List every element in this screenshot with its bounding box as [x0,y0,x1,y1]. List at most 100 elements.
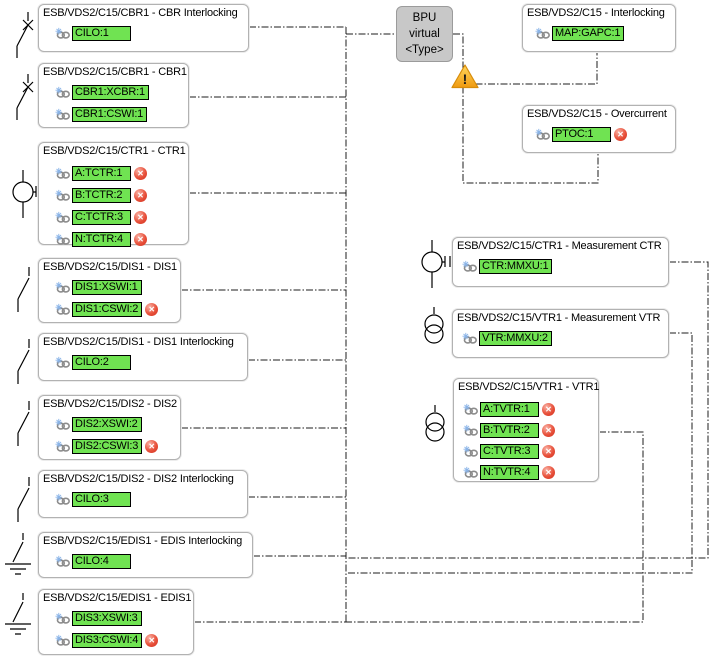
bpu-virtual-device[interactable]: BPU virtual <Type> [396,6,453,62]
logical-node-label: B:TCTR:2 [72,188,131,203]
link-icon [462,260,479,274]
disconnector-icon [9,400,39,448]
logical-node-item[interactable]: CBR1:CSWI:1 [55,107,188,122]
connection-line [463,52,597,84]
disconnector-icon [9,476,39,524]
logical-node-item[interactable]: DIS3:CSWI:4 ✕ [55,633,193,648]
earth-switch-icon [4,592,34,642]
link-icon [463,466,480,480]
node-cbr1[interactable]: ESB/VDS2/C15/CBR1 - CBR1 CBR1:XCBR:1 CBR… [38,63,189,128]
error-icon: ✕ [145,634,158,647]
logical-node-label: CBR1:XCBR:1 [72,85,149,100]
node-dis2-interlocking[interactable]: ESB/VDS2/C15/DIS2 - DIS2 Interlocking CI… [38,470,248,518]
link-icon [55,634,72,648]
logical-node-label: CILO:4 [72,554,131,569]
logical-node-item[interactable]: MAP:GAPC:1 [535,26,675,41]
error-icon: ✕ [542,445,555,458]
logical-node-item[interactable]: VTR:MMXU:2 [462,331,668,346]
logical-node-item[interactable]: B:TVTR:2 ✕ [463,423,598,438]
logical-node-item[interactable]: DIS1:CSWI:2 ✕ [55,302,180,317]
node-title: ESB/VDS2/C15/DIS2 - DIS2 Interlocking [39,471,247,486]
error-icon: ✕ [134,189,147,202]
logical-node-item[interactable]: PTOC:1 ✕ [535,127,675,142]
circuit-breaker-icon [6,11,40,59]
node-edis1[interactable]: ESB/VDS2/C15/EDIS1 - EDIS1 DIS3:XSWI:3 D… [38,589,194,655]
node-cbr-interlocking[interactable]: ESB/VDS2/C15/CBR1 - CBR Interlocking CIL… [38,4,249,52]
logical-node-label: N:TCTR:4 [72,232,131,247]
logical-node-item[interactable]: A:TCTR:1 ✕ [55,166,188,181]
link-icon [463,445,480,459]
node-title: ESB/VDS2/C15/CBR1 - CBR1 [39,64,188,79]
logical-node-item[interactable]: CILO:1 [55,26,248,41]
logical-node-label: MAP:GAPC:1 [552,26,624,41]
link-icon [463,403,480,417]
logical-node-label: C:TCTR:3 [72,210,131,225]
logical-node-item[interactable]: N:TCTR:4 ✕ [55,232,188,247]
logical-node-item[interactable]: CTR:MMXU:1 [462,259,668,274]
node-overcurrent[interactable]: ESB/VDS2/C15 - Overcurrent PTOC:1 ✕ [522,105,676,153]
voltage-transformer-icon [419,306,449,352]
logical-node-label: DIS3:XSWI:3 [72,611,142,626]
logical-node-item[interactable]: CILO:4 [55,554,252,569]
link-icon [55,418,72,432]
logical-node-label: CILO:1 [72,26,131,41]
logical-node-item[interactable]: CILO:3 [55,492,247,507]
node-measurement-ctr[interactable]: ESB/VDS2/C15/CTR1 - Measurement CTR CTR:… [452,237,669,287]
node-title: ESB/VDS2/C15/CTR1 - CTR1 [39,143,188,158]
logical-node-label: A:TVTR:1 [480,402,539,417]
link-icon [55,281,72,295]
sld-mapping-diagram: BPU virtual <Type> ! ESB/VDS2/C15/CBR1 -… [0,0,718,666]
circuit-breaker-icon [6,73,40,121]
link-icon [55,27,72,41]
node-title: ESB/VDS2/C15/VTR1 - Measurement VTR [453,310,668,325]
warning-icon[interactable]: ! [450,63,480,90]
logical-node-item[interactable]: CILO:2 [55,355,247,370]
logical-node-item[interactable]: DIS3:XSWI:3 [55,611,193,626]
node-edis-interlocking[interactable]: ESB/VDS2/C15/EDIS1 - EDIS Interlocking C… [38,532,253,578]
bpu-type: <Type> [397,43,452,57]
logical-node-label: N:TVTR:4 [480,465,539,480]
link-icon [463,424,480,438]
logical-node-label: CILO:3 [72,492,131,507]
logical-node-label: CILO:2 [72,355,131,370]
node-title: ESB/VDS2/C15/DIS1 - DIS1 [39,259,180,274]
node-dis1-interlocking[interactable]: ESB/VDS2/C15/DIS1 - DIS1 Interlocking CI… [38,333,248,381]
logical-node-label: DIS1:CSWI:2 [72,302,142,317]
node-title: ESB/VDS2/C15 - Overcurrent [523,106,675,121]
logical-node-item[interactable]: C:TCTR:3 ✕ [55,210,188,225]
node-station-interlocking[interactable]: ESB/VDS2/C15 - Interlocking MAP:GAPC:1 [522,4,676,52]
node-vtr1[interactable]: ESB/VDS2/C15/VTR1 - VTR1 A:TVTR:1 ✕ B:TV… [453,378,599,482]
link-icon [55,108,72,122]
bpu-subtitle: virtual [397,27,452,41]
node-title: ESB/VDS2/C15 - Interlocking [523,5,675,20]
logical-node-item[interactable]: C:TVTR:3 ✕ [463,444,598,459]
logical-node-item[interactable]: N:TVTR:4 ✕ [463,465,598,480]
logical-node-item[interactable]: A:TVTR:1 ✕ [463,402,598,417]
logical-node-label: DIS3:CSWI:4 [72,633,142,648]
error-icon: ✕ [134,211,147,224]
node-measurement-vtr[interactable]: ESB/VDS2/C15/VTR1 - Measurement VTR VTR:… [452,309,669,358]
logical-node-item[interactable]: CBR1:XCBR:1 [55,85,188,100]
logical-node-label: PTOC:1 [552,127,611,142]
node-ctr1[interactable]: ESB/VDS2/C15/CTR1 - CTR1 A:TCTR:1 ✕ B:TC… [38,142,189,245]
error-icon: ✕ [134,233,147,246]
logical-node-item[interactable]: DIS2:XSWI:2 [55,417,180,432]
error-icon: ✕ [145,440,158,453]
voltage-transformer-icon [420,404,450,450]
link-icon [55,167,72,181]
node-dis1[interactable]: ESB/VDS2/C15/DIS1 - DIS1 DIS1:XSWI:1 DIS… [38,258,181,323]
logical-node-label: DIS1:XSWI:1 [72,280,142,295]
link-icon [55,555,72,569]
node-dis2[interactable]: ESB/VDS2/C15/DIS2 - DIS2 DIS2:XSWI:2 DIS… [38,395,181,460]
warning-glyph: ! [463,71,468,87]
error-icon: ✕ [614,128,627,141]
logical-node-item[interactable]: B:TCTR:2 ✕ [55,188,188,203]
link-icon [55,303,72,317]
disconnector-icon [9,266,39,314]
logical-node-label: VTR:MMXU:2 [479,331,552,346]
logical-node-label: CBR1:CSWI:1 [72,107,147,122]
logical-node-label: C:TVTR:3 [480,444,539,459]
logical-node-item[interactable]: DIS1:XSWI:1 [55,280,180,295]
link-icon [55,440,72,454]
logical-node-item[interactable]: DIS2:CSWI:3 ✕ [55,439,180,454]
